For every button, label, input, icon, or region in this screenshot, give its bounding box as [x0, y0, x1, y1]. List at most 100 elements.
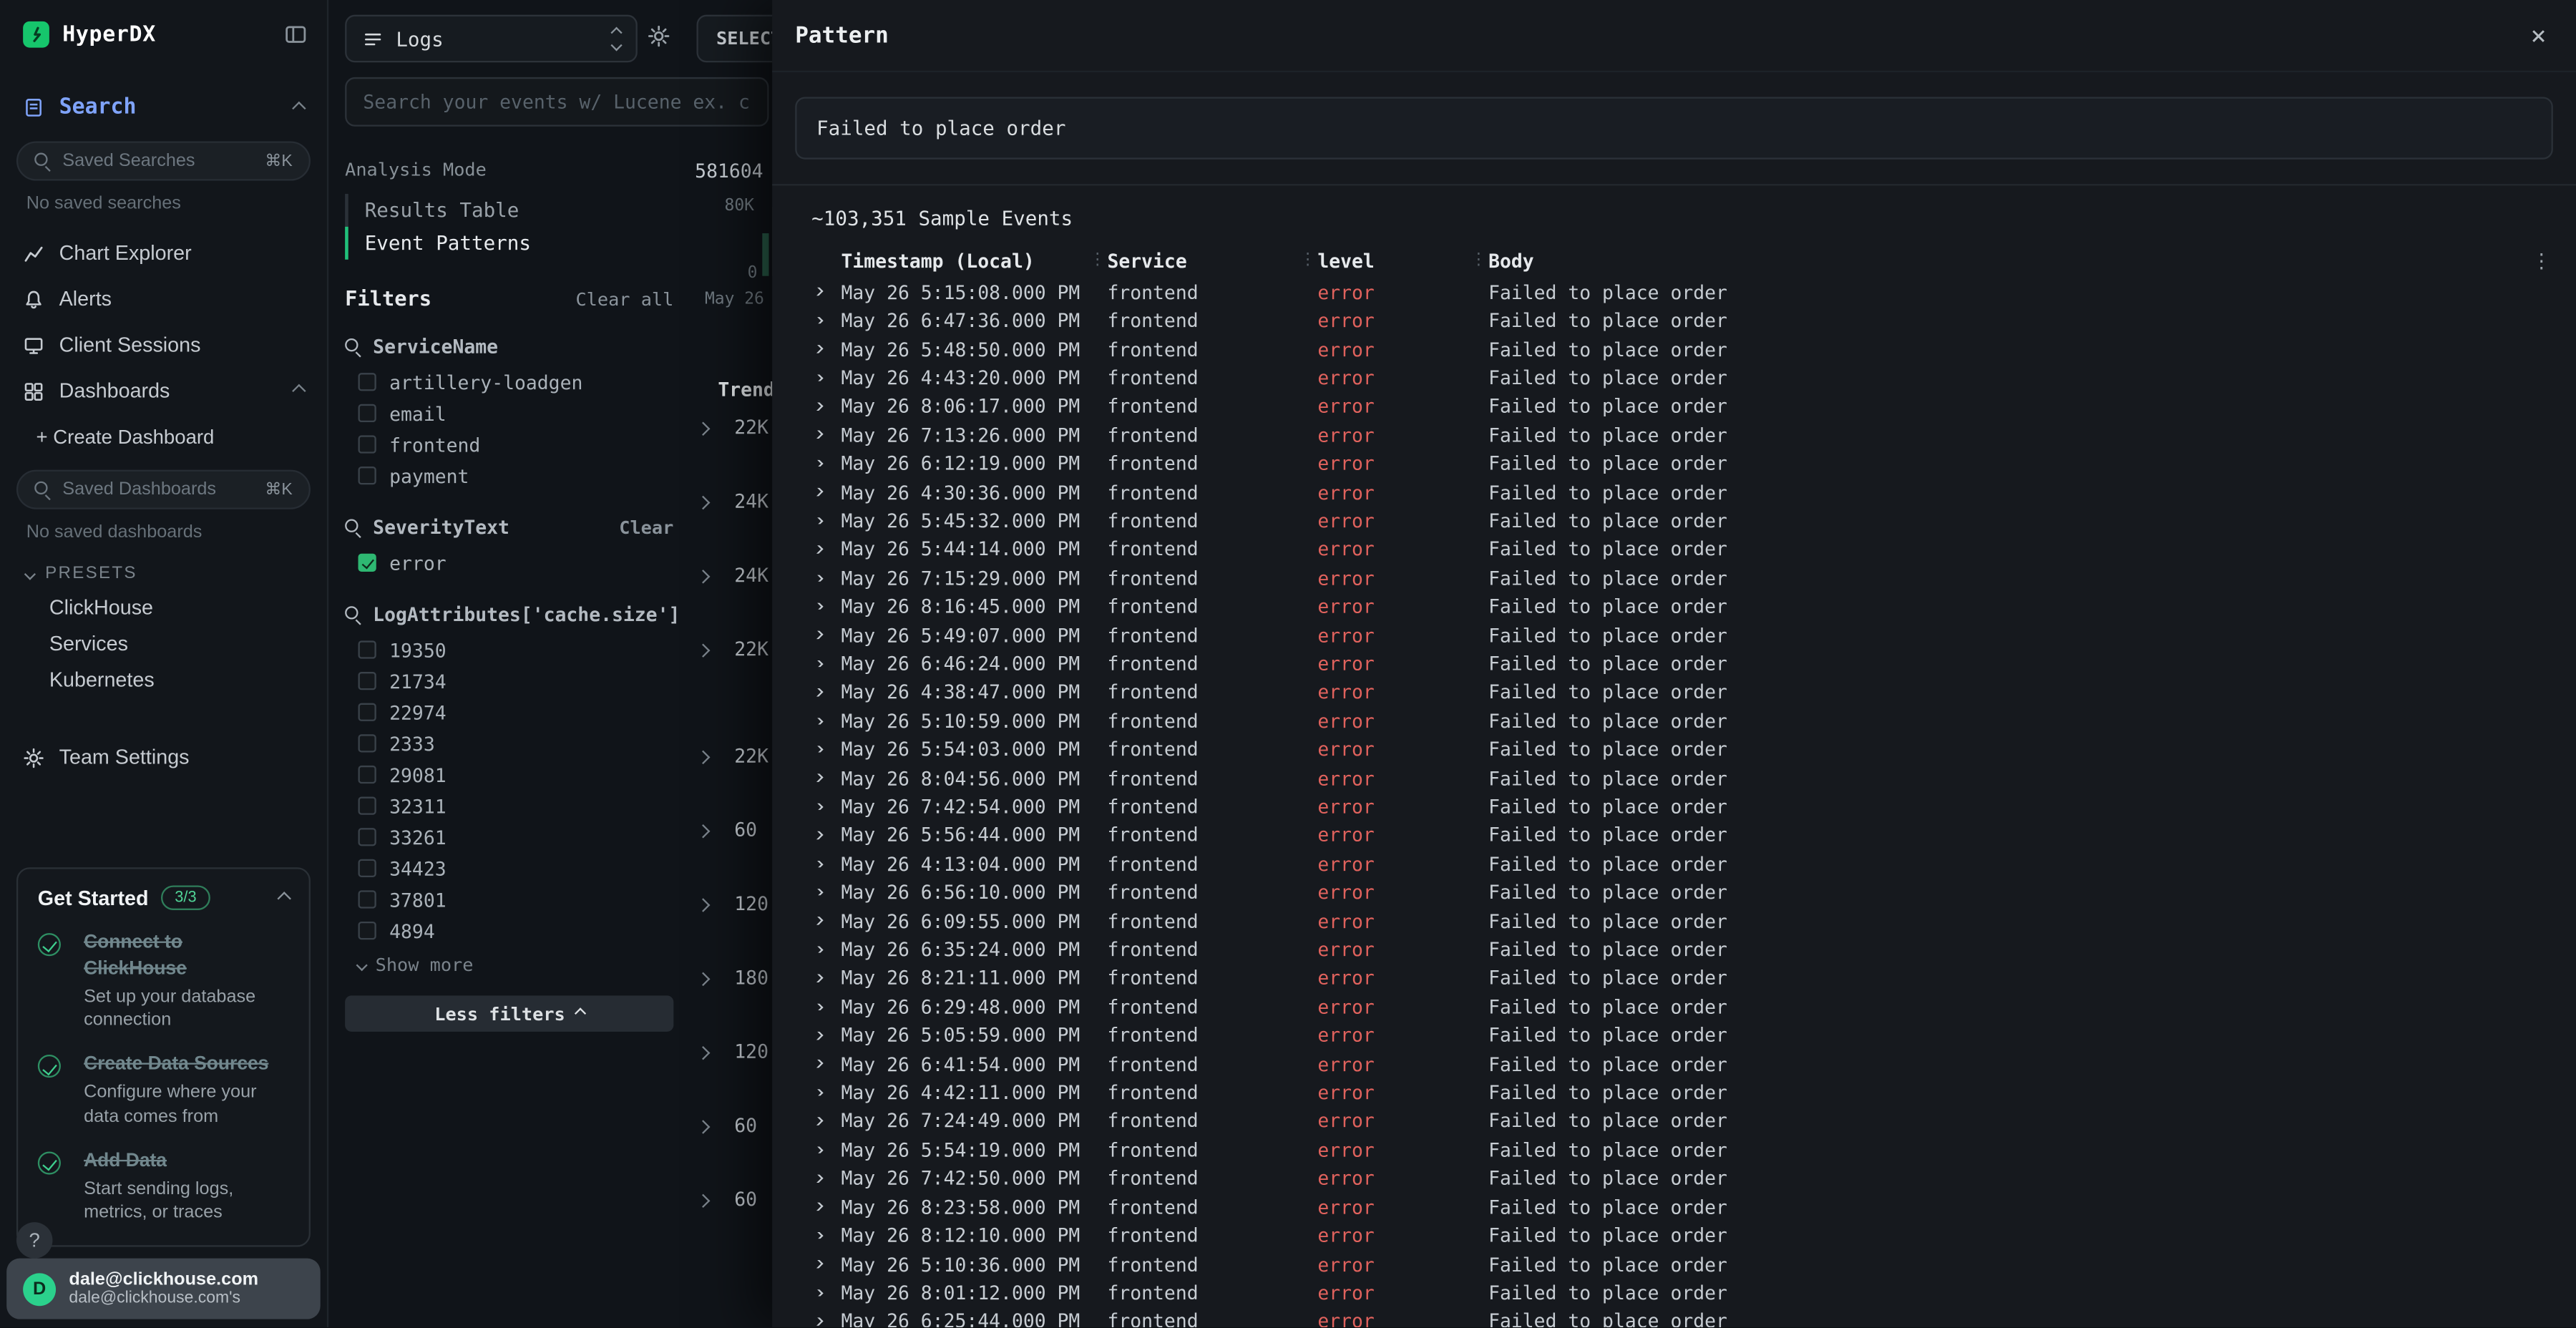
row-expand-chevron[interactable] [792, 660, 841, 667]
row-expand-chevron[interactable] [792, 346, 841, 353]
get-started-item[interactable]: Create Data Sources Configure where your… [38, 1052, 289, 1128]
saved-searches-input[interactable]: Saved Searches ⌘K [16, 141, 311, 180]
row-expand-chevron[interactable] [792, 946, 841, 953]
event-row[interactable]: May 26 5:10:59.000 PM frontend error Fai… [792, 706, 2560, 735]
clear-all-link[interactable]: Clear all [575, 289, 673, 311]
row-expand-chevron[interactable] [792, 374, 841, 381]
event-row[interactable]: May 26 7:42:54.000 PM frontend error Fai… [792, 792, 2560, 821]
analysis-mode-option[interactable]: Event Patterns [345, 227, 673, 260]
checkbox[interactable] [358, 404, 376, 422]
get-started-header[interactable]: Get Started 3/3 [38, 885, 289, 909]
filter-option[interactable]: email [345, 398, 673, 429]
get-started-item[interactable]: Connect to ClickHouse Set up your databa… [38, 929, 289, 1032]
column-timestamp[interactable]: Timestamp (Local) [841, 249, 1088, 272]
analysis-mode-option[interactable]: Results Table [345, 194, 673, 227]
close-icon[interactable]: × [2531, 22, 2547, 49]
row-expand-chevron[interactable] [792, 717, 841, 724]
row-expand-chevron[interactable] [792, 460, 841, 467]
event-row[interactable]: May 26 5:56:44.000 PM frontend error Fai… [792, 821, 2560, 849]
row-expand-chevron[interactable] [792, 574, 841, 581]
event-row[interactable]: May 26 8:04:56.000 PM frontend error Fai… [792, 763, 2560, 792]
help-button[interactable]: ? [16, 1222, 53, 1259]
filter-option[interactable]: 32311 [345, 790, 673, 821]
event-row[interactable]: May 26 7:42:50.000 PM frontend error Fai… [792, 1164, 2560, 1193]
checkbox[interactable] [358, 554, 376, 572]
get-started-item[interactable]: Add Data Start sending logs, metrics, or… [38, 1148, 289, 1225]
preset-item[interactable]: Services [0, 626, 327, 663]
filter-option[interactable]: payment [345, 460, 673, 492]
event-row[interactable]: May 26 6:41:54.000 PM frontend error Fai… [792, 1050, 2560, 1078]
row-expand-chevron[interactable] [792, 431, 841, 439]
row-expand-chevron[interactable] [792, 860, 841, 867]
row-expand-chevron[interactable] [792, 517, 841, 524]
row-expand-chevron[interactable] [792, 602, 841, 610]
less-filters-button[interactable]: Less filters [345, 995, 673, 1032]
event-row[interactable]: May 26 6:25:44.000 PM frontend error Fai… [792, 1307, 2560, 1327]
checkbox[interactable] [358, 859, 376, 877]
event-row[interactable]: May 26 5:49:07.000 PM frontend error Fai… [792, 621, 2560, 650]
event-row[interactable]: May 26 5:54:19.000 PM frontend error Fai… [792, 1136, 2560, 1164]
nav-alerts[interactable]: Alerts [0, 276, 327, 322]
checkbox[interactable] [358, 373, 376, 391]
event-row[interactable]: May 26 5:05:59.000 PM frontend error Fai… [792, 1021, 2560, 1050]
filter-option[interactable]: error [345, 547, 673, 579]
row-expand-chevron[interactable] [792, 1175, 841, 1182]
event-row[interactable]: May 26 6:47:36.000 PM frontend error Fai… [792, 306, 2560, 335]
preset-item[interactable]: ClickHouse [0, 590, 327, 626]
source-select[interactable]: Logs [345, 15, 638, 63]
column-separator-icon[interactable]: ⋮ [1088, 251, 1108, 269]
filter-option[interactable]: 29081 [345, 759, 673, 791]
row-expand-chevron[interactable] [792, 1204, 841, 1211]
filter-option[interactable]: 22974 [345, 696, 673, 728]
checkbox[interactable] [358, 797, 376, 815]
checkbox[interactable] [358, 890, 376, 908]
event-row[interactable]: May 26 5:10:36.000 PM frontend error Fai… [792, 1250, 2560, 1279]
filter-option[interactable]: 19350 [345, 634, 673, 665]
filter-option[interactable]: artillery-loadgen [345, 366, 673, 398]
row-expand-chevron[interactable] [792, 1032, 841, 1039]
checkbox[interactable] [358, 640, 376, 658]
nav-chart-explorer[interactable]: Chart Explorer [0, 230, 327, 275]
row-expand-chevron[interactable] [792, 688, 841, 695]
event-row[interactable]: May 26 7:13:26.000 PM frontend error Fai… [792, 421, 2560, 449]
row-expand-chevron[interactable] [792, 917, 841, 924]
row-expand-chevron[interactable] [792, 746, 841, 753]
show-more-link[interactable]: Show more [358, 954, 674, 976]
preset-item[interactable]: Kubernetes [0, 662, 327, 698]
event-row[interactable]: May 26 8:16:45.000 PM frontend error Fai… [792, 592, 2560, 621]
row-expand-chevron[interactable] [792, 631, 841, 638]
filter-option[interactable]: 34423 [345, 853, 673, 884]
checkbox[interactable] [358, 766, 376, 783]
column-separator-icon[interactable]: ⋮ [1298, 251, 1318, 269]
checkbox[interactable] [358, 734, 376, 752]
filter-option[interactable]: frontend [345, 429, 673, 460]
row-expand-chevron[interactable] [792, 1289, 841, 1297]
presets-toggle[interactable]: PRESETS [0, 549, 327, 590]
event-row[interactable]: May 26 8:21:11.000 PM frontend error Fai… [792, 964, 2560, 992]
event-row[interactable]: May 26 8:23:58.000 PM frontend error Fai… [792, 1193, 2560, 1221]
event-row[interactable]: May 26 4:42:11.000 PM frontend error Fai… [792, 1078, 2560, 1107]
row-expand-chevron[interactable] [792, 1118, 841, 1125]
event-row[interactable]: May 26 4:30:36.000 PM frontend error Fai… [792, 478, 2560, 507]
column-level[interactable]: level [1317, 249, 1468, 272]
filter-option[interactable]: 33261 [345, 821, 673, 853]
row-expand-chevron[interactable] [792, 803, 841, 810]
event-row[interactable]: May 26 4:43:20.000 PM frontend error Fai… [792, 363, 2560, 392]
event-row[interactable]: May 26 6:29:48.000 PM frontend error Fai… [792, 992, 2560, 1021]
checkbox[interactable] [358, 435, 376, 453]
checkbox[interactable] [358, 703, 376, 721]
event-row[interactable]: May 26 4:13:04.000 PM frontend error Fai… [792, 849, 2560, 878]
sidebar-collapse-icon[interactable] [284, 23, 307, 46]
row-expand-chevron[interactable] [792, 831, 841, 839]
table-options-icon[interactable]: ⋮ [2524, 249, 2560, 272]
row-expand-chevron[interactable] [792, 489, 841, 496]
column-body[interactable]: Body [1488, 249, 2523, 272]
row-expand-chevron[interactable] [792, 1232, 841, 1239]
row-expand-chevron[interactable] [792, 1089, 841, 1096]
event-row[interactable]: May 26 6:56:10.000 PM frontend error Fai… [792, 878, 2560, 907]
event-row[interactable]: May 26 7:24:49.000 PM frontend error Fai… [792, 1107, 2560, 1136]
row-expand-chevron[interactable] [792, 889, 841, 896]
clear-filter-link[interactable]: Clear [619, 517, 673, 538]
event-row[interactable]: May 26 6:46:24.000 PM frontend error Fai… [792, 650, 2560, 678]
event-row[interactable]: May 26 4:38:47.000 PM frontend error Fai… [792, 678, 2560, 706]
